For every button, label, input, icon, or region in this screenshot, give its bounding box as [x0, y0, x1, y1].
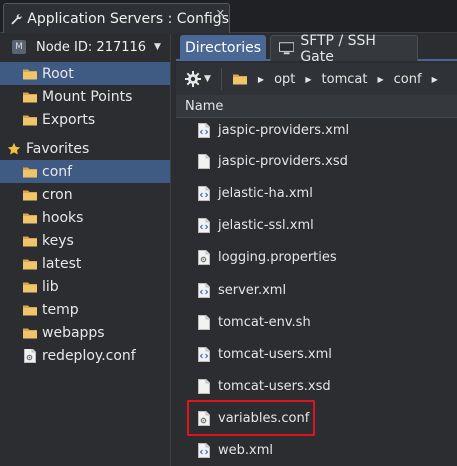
chevron-right-icon: ▶: [257, 74, 265, 84]
sidebar-item-label: temp: [42, 301, 79, 318]
chevron-down-icon[interactable]: ▼: [204, 74, 211, 84]
sidebar-item-root[interactable]: Root: [0, 62, 170, 85]
file-row[interactable]: server.xml: [176, 275, 457, 305]
breadcrumb-tomcat[interactable]: tomcat: [322, 72, 368, 87]
breadcrumb-conf[interactable]: conf: [394, 72, 422, 87]
xml-file-icon: [198, 218, 210, 233]
panel-tabs: Directories SFTP / SSH Gate: [176, 33, 457, 65]
sidebar-item-label: cron: [42, 186, 73, 203]
sidebar: M Node ID: 217116 ▼ Root Mount Points Ex…: [0, 34, 171, 466]
folder-icon: [22, 113, 38, 127]
folder-icon: [22, 165, 38, 179]
config-file-icon: [198, 250, 210, 265]
file-icon: [198, 154, 210, 169]
sidebar-item-label: Mount Points: [42, 88, 133, 105]
file-name: tomcat-users.xsd: [218, 378, 331, 394]
file-name: web.xml: [218, 442, 273, 458]
file-icon: [198, 315, 210, 330]
sidebar-item-cron[interactable]: cron: [0, 183, 170, 206]
file-row[interactable]: tomcat-users.xsd: [176, 371, 457, 401]
toolbar: ▼ ▶ opt ▶ tomcat ▶ conf ▶: [176, 63, 457, 95]
file-row[interactable]: logging.properties: [176, 242, 457, 272]
folder-icon: [22, 211, 38, 225]
tab-sftp-ssh-gate[interactable]: SFTP / SSH Gate: [270, 33, 418, 65]
file-name: jaspic-providers.xml: [218, 122, 350, 138]
file-icon: [24, 348, 36, 363]
sidebar-item-conf[interactable]: conf: [0, 160, 170, 183]
file-row[interactable]: jelastic-ssl.xml: [176, 210, 457, 240]
xml-file-icon: [198, 443, 210, 458]
xml-file-icon: [198, 186, 210, 201]
file-name: jelastic-ha.xml: [218, 185, 313, 201]
close-tab-icon[interactable]: ✕: [216, 7, 225, 20]
tab-application-servers-configs[interactable]: Application Servers : Configs ✕: [3, 3, 230, 33]
tab-label: SFTP / SSH Gate: [300, 32, 376, 65]
window-tab-bar: Application Servers : Configs ✕: [0, 0, 457, 33]
folder-icon: [22, 67, 38, 81]
file-row[interactable]: jelastic-ha.xml: [176, 178, 457, 208]
sidebar-item-temp[interactable]: temp: [0, 298, 170, 321]
sidebar-item-hooks[interactable]: hooks: [0, 206, 170, 229]
file-panel: Directories SFTP / SSH Gate ▼ ▶ opt ▶ to…: [176, 33, 457, 466]
folder-icon: [22, 188, 38, 202]
chevron-right-icon: ▶: [431, 74, 438, 84]
wrench-icon: [11, 13, 22, 24]
file-row[interactable]: tomcat-users.xml: [176, 339, 457, 369]
sidebar-item-label: redeploy.conf: [42, 347, 136, 364]
folder-icon: [22, 90, 38, 104]
sidebar-item-webapps[interactable]: webapps: [0, 321, 170, 344]
sidebar-item-latest[interactable]: latest: [0, 252, 170, 275]
monitor-icon: [279, 42, 295, 55]
sidebar-item-label: keys: [42, 232, 74, 249]
sidebar-item-exports[interactable]: Exports: [0, 108, 170, 131]
sidebar-item-label: hooks: [42, 209, 84, 226]
chevron-right-icon: ▶: [377, 74, 384, 84]
sidebar-item-label: Exports: [42, 111, 96, 128]
node-label: Node ID: 217116: [36, 39, 147, 55]
sidebar-item-keys[interactable]: keys: [0, 229, 170, 252]
folder-icon: [22, 326, 38, 340]
sidebar-item-label: latest: [42, 255, 82, 272]
sidebar-item-label: conf: [42, 163, 73, 180]
node-badge-icon: M: [12, 40, 26, 54]
file-name: jaspic-providers.xsd: [218, 153, 348, 169]
favorites-header[interactable]: Favorites: [0, 137, 170, 160]
gear-icon[interactable]: [184, 70, 202, 88]
folder-icon: [22, 303, 38, 317]
toolbar-divider: [220, 68, 222, 90]
xml-file-icon: [198, 123, 210, 138]
favorites-label: Favorites: [26, 140, 90, 157]
file-name: jelastic-ssl.xml: [218, 217, 314, 233]
sidebar-item-mount-points[interactable]: Mount Points: [0, 85, 170, 108]
file-name: server.xml: [218, 282, 287, 298]
file-name: tomcat-users.xml: [218, 346, 332, 362]
node-selector[interactable]: M Node ID: 217116 ▼: [0, 34, 170, 60]
star-icon: [7, 142, 21, 155]
breadcrumb-opt[interactable]: opt: [274, 72, 295, 87]
xml-file-icon: [198, 283, 210, 298]
folder-icon: [22, 234, 38, 248]
xml-file-icon: [198, 347, 210, 362]
file-row[interactable]: jaspic-providers.xml: [176, 115, 457, 145]
file-row[interactable]: web.xml: [176, 435, 457, 465]
tab-directories[interactable]: Directories: [180, 35, 266, 61]
highlight-box: [187, 400, 315, 436]
sidebar-item-redeploy-conf[interactable]: redeploy.conf: [0, 344, 170, 367]
sidebar-item-label: webapps: [42, 324, 105, 341]
folder-icon: [22, 257, 38, 271]
folder-icon[interactable]: [232, 72, 248, 86]
file-name: logging.properties: [218, 249, 337, 265]
file-name: tomcat-env.sh: [218, 314, 311, 330]
chevron-right-icon: ▶: [305, 74, 312, 84]
file-icon: [198, 379, 210, 394]
folder-icon: [22, 280, 38, 294]
file-row[interactable]: jaspic-providers.xsd: [176, 146, 457, 176]
sidebar-item-label: lib: [42, 278, 59, 295]
chevron-down-icon: ▼: [154, 42, 161, 52]
sidebar-item-lib[interactable]: lib: [0, 275, 170, 298]
window-title: Application Servers : Configs: [27, 10, 229, 27]
file-row[interactable]: tomcat-env.sh: [176, 307, 457, 337]
sidebar-item-label: Root: [42, 65, 74, 82]
